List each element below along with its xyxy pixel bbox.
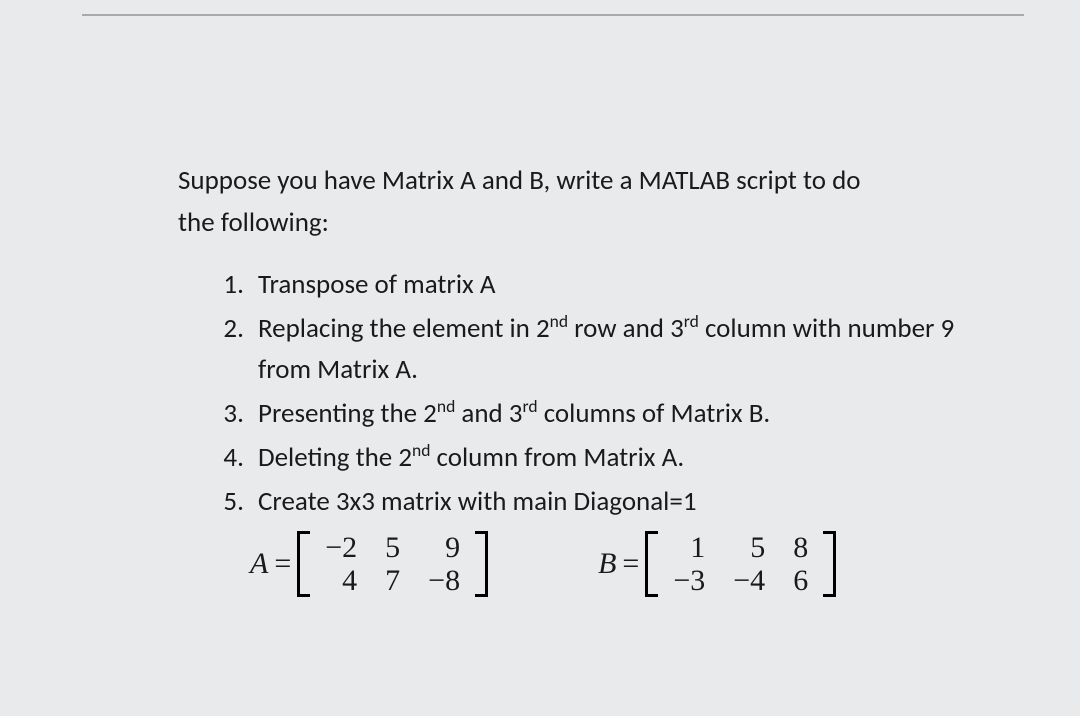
intro-line-2: the following: <box>178 206 329 239</box>
matrix-a: −2 5 9 4 7 −8 <box>297 531 488 597</box>
top-divider <box>82 14 1024 16</box>
task-3-part-b: and 3 <box>455 397 522 430</box>
matrix-a-r1c2: −8 <box>414 564 474 597</box>
matrix-b: 1 5 8 −3 −4 6 <box>645 531 836 597</box>
matrix-b-r1c0: −3 <box>659 564 719 597</box>
matrix-b-row-1: −3 −4 6 <box>659 564 822 597</box>
matrix-a-r1c1: 7 <box>371 564 414 597</box>
task-2-part-b: row and 3 <box>568 312 684 345</box>
task-5: Create 3x3 matrix with main Diagonal=1 <box>250 481 1000 523</box>
task-4-sup-1: nd <box>412 439 430 461</box>
intro-text: Suppose you have Matrix A and B, write a… <box>178 160 1000 244</box>
matrix-a-block: A = −2 5 9 4 7 −8 <box>250 531 488 597</box>
task-3-sup-2: rd <box>523 395 538 417</box>
task-2-sup-2: rd <box>684 310 699 332</box>
matrix-a-equals: = <box>274 541 291 588</box>
task-3-sup-1: nd <box>437 395 455 417</box>
matrix-b-label: B <box>598 541 616 588</box>
task-5-text: Create 3x3 matrix with main Diagonal=1 <box>258 485 697 518</box>
matrix-a-r0c2: 9 <box>414 531 474 564</box>
task-3: Presenting the 2nd and 3rd columns of Ma… <box>250 393 1000 435</box>
matrix-b-block: B = 1 5 8 −3 −4 6 <box>598 531 836 597</box>
matrix-b-r1c1: −4 <box>719 564 779 597</box>
matrix-a-label: A <box>250 541 268 588</box>
matrix-b-equals: = <box>622 541 639 588</box>
task-2-sup-1: nd <box>550 310 568 332</box>
task-list: Transpose of matrix A Replacing the elem… <box>178 264 1000 523</box>
task-4-part-a: Deleting the 2 <box>258 441 412 474</box>
content-area: Suppose you have Matrix A and B, write a… <box>178 160 1000 597</box>
matrix-a-r0c0: −2 <box>311 531 371 564</box>
matrix-b-r0c1: 5 <box>719 531 779 564</box>
matrix-a-r1c0: 4 <box>311 564 371 597</box>
matrix-b-r0c2: 8 <box>779 531 822 564</box>
page: Suppose you have Matrix A and B, write a… <box>0 0 1080 716</box>
matrix-a-table: −2 5 9 4 7 −8 <box>311 531 474 597</box>
matrix-b-row-0: 1 5 8 <box>659 531 822 564</box>
task-4-part-b: column from Matrix A. <box>430 441 684 474</box>
matrices-row: A = −2 5 9 4 7 −8 <box>178 531 1000 597</box>
matrix-b-r0c0: 1 <box>659 531 719 564</box>
matrix-a-r0c1: 5 <box>371 531 414 564</box>
task-4: Deleting the 2nd column from Matrix A. <box>250 437 1000 479</box>
matrix-a-row-0: −2 5 9 <box>311 531 474 564</box>
task-3-part-c: columns of Matrix B. <box>538 397 771 430</box>
task-2-part-a: Replacing the element in 2 <box>258 312 550 345</box>
task-3-part-a: Presenting the 2 <box>258 397 437 430</box>
task-2: Replacing the element in 2nd row and 3rd… <box>250 308 1000 392</box>
matrix-b-r1c2: 6 <box>779 564 822 597</box>
matrix-a-row-1: 4 7 −8 <box>311 564 474 597</box>
matrix-b-table: 1 5 8 −3 −4 6 <box>659 531 822 597</box>
intro-line-1: Suppose you have Matrix A and B, write a… <box>178 164 861 197</box>
task-1: Transpose of matrix A <box>250 264 1000 306</box>
task-1-text: Transpose of matrix A <box>258 268 495 301</box>
